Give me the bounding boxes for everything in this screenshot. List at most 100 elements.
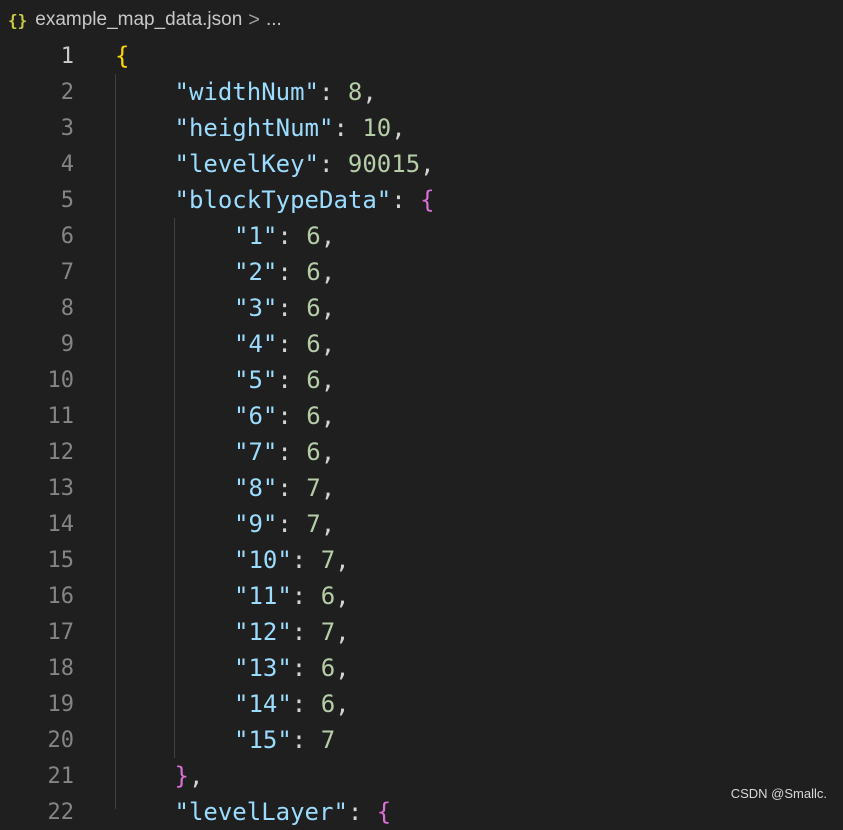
json-number: 7: [306, 474, 321, 502]
json-key: "4": [234, 330, 278, 358]
code-content: "13": 6,: [234, 654, 350, 682]
json-key: "11": [234, 582, 292, 610]
breadcrumb-ellipsis[interactable]: ...: [266, 9, 282, 31]
json-number: 90015: [347, 150, 421, 178]
line-number: 15: [47, 547, 75, 573]
json-number: 6: [306, 222, 321, 250]
code-line[interactable]: 12 "7": 6,: [0, 434, 843, 470]
line-number: 22: [47, 799, 75, 825]
json-number: 6: [306, 294, 321, 322]
json-number: 7: [306, 510, 321, 538]
colon: :: [347, 798, 377, 826]
line-number: 7: [60, 259, 74, 285]
code-content: "15": 7: [234, 726, 335, 754]
code-content: "levelLayer": {: [175, 798, 392, 826]
json-key: "levelLayer": [174, 798, 348, 826]
code-line[interactable]: 2 "widthNum": 8,: [0, 74, 843, 110]
comma: ,: [335, 690, 350, 718]
code-line[interactable]: 18 "13": 6,: [0, 650, 843, 686]
json-key: "5": [234, 366, 278, 394]
code-editor[interactable]: 1{2 "widthNum": 8, 3 "heightNum": 10, 4 "leve…: [0, 38, 843, 826]
code-content: "5": 6,: [234, 366, 335, 394]
json-key: "levelKey": [174, 150, 320, 178]
code-line[interactable]: 9 "4": 6,: [0, 326, 843, 362]
colon: :: [277, 438, 307, 466]
comma: ,: [335, 546, 350, 574]
comma: ,: [320, 474, 336, 502]
json-number: 7: [320, 726, 336, 754]
code-content: "3": 6,: [234, 294, 335, 322]
line-number: 19: [47, 691, 75, 717]
code-line[interactable]: 8 "3": 6,: [0, 290, 843, 326]
code-content: "7": 6,: [234, 438, 335, 466]
code-line[interactable]: 16 "11": 6,: [0, 578, 843, 614]
line-number: 3: [60, 115, 74, 141]
comma: ,: [320, 294, 336, 322]
line-number: 21: [47, 763, 75, 789]
line-number: 5: [60, 187, 74, 213]
json-number: 6: [320, 690, 336, 718]
colon: :: [291, 726, 321, 754]
json-key: "8": [234, 474, 278, 502]
open-brace: {: [115, 42, 130, 70]
code-line[interactable]: 21},: [0, 758, 843, 794]
code-line[interactable]: 7 "2": 6,: [0, 254, 843, 290]
breadcrumb-file[interactable]: example_map_data.json: [35, 9, 242, 31]
json-key: "3": [234, 294, 278, 322]
line-number: 13: [47, 475, 75, 501]
colon: :: [291, 546, 321, 574]
colon: :: [277, 510, 307, 538]
json-number: 6: [306, 258, 321, 286]
colon: :: [291, 654, 321, 682]
open-brace: {: [376, 798, 392, 826]
code-content: "12": 7,: [234, 618, 350, 646]
colon: :: [277, 222, 307, 250]
comma: ,: [320, 330, 336, 358]
code-line[interactable]: 4 "levelKey": 90015,: [0, 146, 843, 182]
code-content: "11": 6,: [234, 582, 350, 610]
colon: :: [291, 582, 321, 610]
breadcrumb: {} example_map_data.json > ...: [0, 0, 843, 40]
code-content: "blockTypeData": {: [175, 186, 435, 214]
code-content: "6": 6,: [234, 402, 335, 430]
line-number: 14: [47, 511, 75, 537]
colon: :: [391, 186, 421, 214]
code-line[interactable]: 17 "12": 7,: [0, 614, 843, 650]
code-line[interactable]: 10 "5": 6,: [0, 362, 843, 398]
line-number: 9: [60, 331, 74, 357]
code-line[interactable]: 20 "15": 7: [0, 722, 843, 758]
line-number: 1: [60, 43, 74, 69]
code-line[interactable]: 19 "14": 6,: [0, 686, 843, 722]
code-line[interactable]: 13 "8": 7,: [0, 470, 843, 506]
json-number: 6: [306, 330, 321, 358]
json-number: 10: [362, 114, 392, 142]
code-line[interactable]: 22 "levelLayer": {: [0, 794, 843, 830]
line-number: 18: [47, 655, 75, 681]
code-line[interactable]: 5 "blockTypeData": {: [0, 182, 843, 218]
json-key: "9": [234, 510, 278, 538]
colon: :: [291, 618, 321, 646]
comma: ,: [320, 222, 336, 250]
json-braces-icon: {}: [8, 10, 28, 30]
code-line[interactable]: 1{: [0, 38, 843, 74]
line-number: 2: [60, 79, 74, 105]
code-line[interactable]: 15 "10": 7,: [0, 542, 843, 578]
code-content: "widthNum": 8,: [175, 78, 377, 106]
json-number: 8: [347, 78, 363, 106]
code-line[interactable]: 6 "1": 6,: [0, 218, 843, 254]
close-brace: }: [174, 762, 189, 790]
json-key: "10": [234, 546, 292, 574]
json-key: "1": [234, 222, 278, 250]
code-content: "1": 6,: [234, 222, 335, 250]
line-number: 11: [47, 403, 75, 429]
code-line[interactable]: 3 "heightNum": 10,: [0, 110, 843, 146]
line-number: 12: [47, 439, 75, 465]
code-line[interactable]: 14 "9": 7,: [0, 506, 843, 542]
json-key: "15": [234, 726, 292, 754]
comma: ,: [320, 510, 336, 538]
code-line[interactable]: 11 "6": 6,: [0, 398, 843, 434]
json-key: "13": [234, 654, 292, 682]
code-content: {: [115, 42, 129, 70]
line-number: 8: [60, 295, 74, 321]
json-key: "14": [234, 690, 292, 718]
